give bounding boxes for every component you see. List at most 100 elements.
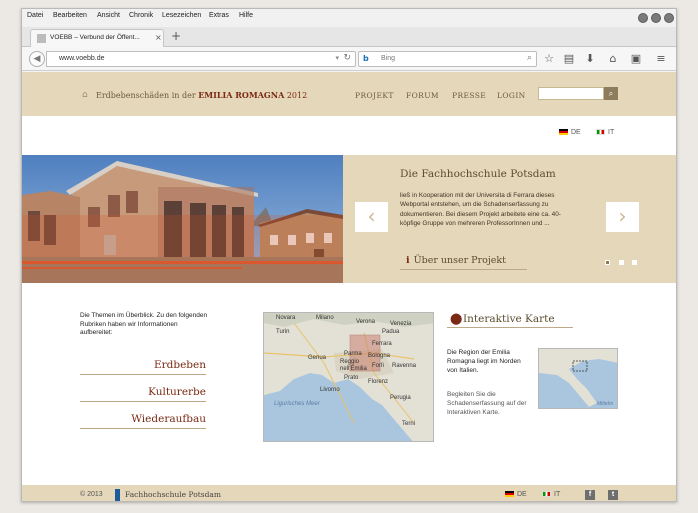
- theme-link-erdbeben[interactable]: Erdbeben: [80, 359, 206, 375]
- map-label-genua: Genua: [308, 355, 327, 361]
- hero-heading: Die Fachhochschule Potsdam: [400, 168, 556, 180]
- lang-it-link[interactable]: IT: [596, 129, 614, 136]
- footer-lang-de-label: DE: [517, 491, 527, 498]
- bing-icon[interactable]: b: [363, 54, 369, 63]
- maximize-button[interactable]: [651, 13, 661, 23]
- search-icon[interactable]: ⌕: [527, 53, 532, 63]
- home-icon[interactable]: ⌂: [606, 52, 620, 66]
- map-label-padua: Padua: [382, 329, 400, 335]
- nav-login[interactable]: LOGIN: [497, 91, 526, 100]
- hero-photo: [22, 155, 343, 283]
- map-label-bologna: Bologna: [368, 353, 391, 359]
- map-label-prato: Prato: [344, 375, 359, 381]
- tab-close-icon[interactable]: ×: [155, 33, 162, 42]
- bookmarks-menu-icon[interactable]: ▤: [562, 52, 576, 66]
- navigation-bar: ◀ www.voebb.de ▾ ↻ b Bing ⌕ ☆ ▤ ⬇ ⌂ ▣ ≡: [22, 47, 676, 71]
- reload-icon[interactable]: ↻: [343, 53, 351, 63]
- menu-bearbeiten[interactable]: Bearbeiten: [53, 12, 87, 19]
- map-label-forli: Forlì: [372, 363, 384, 369]
- hero-text: ließ in Kooperation mit der Universita d…: [400, 192, 561, 227]
- interactive-map-title[interactable]: Interaktive Karte: [463, 313, 555, 325]
- footer-lang-it[interactable]: IT: [542, 491, 560, 498]
- menu-extras[interactable]: Extras: [209, 12, 229, 19]
- footer-lang-de[interactable]: DE: [505, 491, 527, 498]
- close-window-button[interactable]: [664, 13, 674, 23]
- site-search-input[interactable]: [538, 87, 604, 100]
- map-label-ferrara: Ferrara: [372, 341, 392, 347]
- menu-ansicht[interactable]: Ansicht: [97, 12, 120, 19]
- lang-de-link[interactable]: DE: [559, 129, 581, 136]
- map-label-ligurisches-meer: Ligurisches Meer: [274, 401, 320, 407]
- map-label-reggio: Reggio nell'Emilia: [340, 359, 367, 372]
- history-dropdown-icon[interactable]: ▾: [335, 54, 339, 62]
- house-icon[interactable]: ⌂: [82, 90, 88, 100]
- info-icon: i: [406, 255, 410, 266]
- tab-voebb[interactable]: VOEBB – Verbund der Öffent... ×: [30, 29, 164, 47]
- site-title-region: EMILIA ROMAGNA: [198, 90, 285, 100]
- slider-dot-2[interactable]: [619, 260, 624, 265]
- map-label-perugia: Perugia: [390, 395, 411, 401]
- search-placeholder[interactable]: Bing: [381, 55, 395, 62]
- lang-de-label: DE: [571, 129, 581, 136]
- themes-intro: Die Themen im Überblick. Zu den folgende…: [80, 312, 208, 336]
- german-flag-icon: [559, 129, 568, 136]
- site-header: ⌂ Erdbebenschäden in der EMILIA ROMAGNA …: [22, 72, 676, 116]
- map-label-parma: Parma: [344, 351, 362, 357]
- map-label-florenz: Florenz: [368, 379, 389, 385]
- web-page: ⌂ Erdbebenschäden in der EMILIA ROMAGNA …: [22, 72, 676, 501]
- german-flag-icon: [505, 491, 514, 498]
- fh-potsdam-logo-icon: [115, 489, 120, 501]
- mini-map[interactable]: Mittelm: [538, 348, 618, 409]
- nav-presse[interactable]: PRESSE: [452, 91, 486, 100]
- menu-chronik[interactable]: Chronik: [129, 12, 153, 19]
- facebook-icon[interactable]: f: [585, 490, 595, 500]
- slider-next-button[interactable]: ›: [606, 202, 639, 232]
- map-label-terni: Terni: [402, 421, 416, 427]
- menu-datei[interactable]: Datei: [27, 12, 43, 19]
- url-text[interactable]: www.voebb.de: [59, 55, 105, 62]
- footer-lang-it-label: IT: [554, 491, 561, 498]
- hero-project-link[interactable]: i Über unser Projekt: [400, 255, 527, 270]
- twitter-icon[interactable]: t: [608, 490, 618, 500]
- map-label-milano: Milano: [316, 315, 334, 321]
- tab-title: VOEBB – Verbund der Öffent...: [50, 34, 140, 41]
- nav-forum[interactable]: FORUM: [406, 91, 439, 100]
- italian-flag-icon: [542, 491, 551, 498]
- menubar: Datei Bearbeiten Ansicht Chronik Lesezei…: [22, 9, 676, 27]
- hamburger-menu-icon[interactable]: ≡: [654, 52, 668, 66]
- site-title-prefix: Erdbebenschäden in der: [96, 91, 196, 100]
- theme-link-kulturerbe[interactable]: Kulturerbe: [80, 386, 206, 402]
- browser-window: Datei Bearbeiten Ansicht Chronik Lesezei…: [21, 8, 677, 502]
- building-photo-image: [22, 155, 343, 283]
- italian-flag-icon: [596, 129, 605, 136]
- italy-map[interactable]: Novara Milano Verona Venezia Turin Padua…: [263, 312, 434, 442]
- screenshot-icon[interactable]: ▣: [629, 52, 643, 66]
- hero-panel: ‹ Die Fachhochschule Potsdam ließ in Koo…: [343, 155, 676, 283]
- title-divider: [447, 327, 573, 328]
- site-search-button[interactable]: ⌕: [604, 87, 618, 100]
- interactive-map-text: Die Region der Emilia Romagna liegt im N…: [447, 349, 521, 374]
- menu-lesezeichen[interactable]: Lesezeichen: [162, 12, 201, 19]
- map-label-novara: Novara: [276, 315, 296, 321]
- slider-dot-3[interactable]: [632, 260, 637, 265]
- slider-dot-1[interactable]: [605, 260, 610, 265]
- back-arrow-icon[interactable]: ◀: [29, 51, 45, 67]
- new-tab-button[interactable]: +: [171, 29, 181, 43]
- map-label-livorno: Livorno: [320, 387, 340, 393]
- url-bar[interactable]: www.voebb.de ▾ ↻: [46, 51, 356, 67]
- downloads-icon[interactable]: ⬇: [583, 52, 597, 66]
- minimize-button[interactable]: [638, 13, 648, 23]
- footer-org[interactable]: Fachhochschule Potsdam: [125, 490, 221, 499]
- site-title[interactable]: Erdbebenschäden in der EMILIA ROMAGNA 20…: [96, 90, 307, 100]
- hero-link-label: Über unser Projekt: [413, 255, 506, 266]
- map-label-verona: Verona: [356, 319, 376, 325]
- bookmark-star-icon[interactable]: ☆: [542, 52, 556, 66]
- copyright: © 2013: [80, 491, 103, 498]
- site-footer: © 2013 Fachhochschule Potsdam DE IT f t: [22, 485, 676, 501]
- tab-strip: VOEBB – Verbund der Öffent... × +: [22, 27, 676, 47]
- search-bar[interactable]: b Bing ⌕: [358, 51, 537, 67]
- slider-prev-button[interactable]: ‹: [355, 202, 388, 232]
- menu-hilfe[interactable]: Hilfe: [239, 12, 253, 19]
- theme-link-wiederaufbau[interactable]: Wiederaufbau: [80, 413, 206, 429]
- nav-projekt[interactable]: PROJEKT: [355, 91, 394, 100]
